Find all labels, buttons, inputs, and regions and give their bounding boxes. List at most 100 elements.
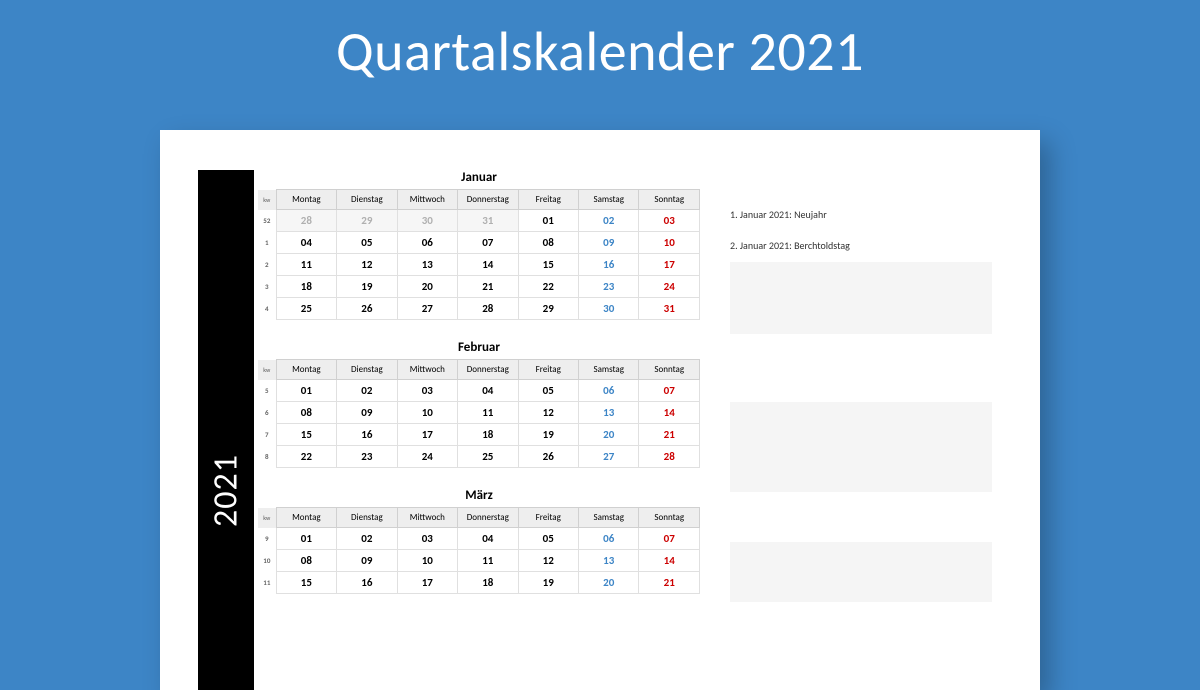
day-cell: 06 [578, 380, 638, 402]
year-label: 2021 [206, 454, 247, 527]
week-number: 52 [258, 210, 276, 232]
week-number: 6 [258, 402, 276, 424]
day-cell: 11 [458, 550, 518, 572]
week-number: 1 [258, 232, 276, 254]
day-cell: 07 [639, 528, 700, 550]
day-cell: 04 [458, 380, 518, 402]
month-block: JanuarkwMontagDienstagMittwochDonnerstag… [258, 170, 700, 320]
day-cell: 13 [578, 402, 638, 424]
day-cell: 17 [397, 424, 457, 446]
calendar-table: kwMontagDienstagMittwochDonnerstagFreita… [258, 507, 700, 594]
day-cell: 21 [639, 572, 700, 594]
week-number: 9 [258, 528, 276, 550]
day-cell: 26 [337, 298, 397, 320]
month-block: März kwMontagDienstagMittwochDonnerstagFr… [258, 488, 700, 594]
weekday-header: Dienstag [337, 508, 397, 528]
day-cell: 25 [276, 298, 336, 320]
week-number: 10 [258, 550, 276, 572]
day-cell: 04 [276, 232, 336, 254]
year-strip: 2021 [198, 170, 254, 690]
day-cell: 25 [458, 446, 518, 468]
day-cell: 08 [276, 402, 336, 424]
day-cell: 10 [397, 402, 457, 424]
weekday-header: Sonntag [639, 508, 700, 528]
weekday-header: Montag [276, 360, 336, 380]
day-cell: 28 [639, 446, 700, 468]
day-cell: 20 [397, 276, 457, 298]
week-number: 11 [258, 572, 276, 594]
weekday-header: Freitag [518, 508, 578, 528]
day-cell: 16 [578, 254, 638, 276]
table-row: 104050607080910 [258, 232, 700, 254]
day-cell: 04 [458, 528, 518, 550]
weekday-header: Dienstag [337, 360, 397, 380]
day-cell: 24 [397, 446, 457, 468]
day-cell: 22 [518, 276, 578, 298]
day-cell: 19 [518, 424, 578, 446]
day-cell: 08 [276, 550, 336, 572]
day-cell: 27 [578, 446, 638, 468]
day-cell: 18 [458, 572, 518, 594]
weekday-header: Samstag [578, 190, 638, 210]
day-cell: 11 [276, 254, 336, 276]
weekday-header: Montag [276, 190, 336, 210]
day-cell: 06 [578, 528, 638, 550]
day-cell: 11 [458, 402, 518, 424]
page-title: Quartalskalender 2021 [0, 0, 1200, 86]
day-cell: 29 [518, 298, 578, 320]
day-cell: 09 [337, 402, 397, 424]
day-cell: 24 [639, 276, 700, 298]
day-cell: 12 [518, 402, 578, 424]
day-cell: 21 [458, 276, 518, 298]
day-cell: 10 [639, 232, 700, 254]
day-cell: 21 [639, 424, 700, 446]
day-cell: 16 [337, 424, 397, 446]
day-cell: 20 [578, 572, 638, 594]
day-cell: 01 [518, 210, 578, 232]
calendar-table: kwMontagDienstagMittwochDonnerstagFreita… [258, 359, 700, 468]
day-cell: 15 [518, 254, 578, 276]
month-title: Januar [258, 170, 700, 185]
day-cell: 14 [639, 550, 700, 572]
day-cell: 14 [458, 254, 518, 276]
table-row: 5228293031010203 [258, 210, 700, 232]
day-cell: 30 [578, 298, 638, 320]
day-cell: 10 [397, 550, 457, 572]
day-cell: 03 [397, 380, 457, 402]
day-cell: 13 [397, 254, 457, 276]
weekday-header: Mittwoch [397, 190, 457, 210]
weekday-header: Mittwoch [397, 360, 457, 380]
kw-header: kw [258, 508, 276, 528]
kw-header: kw [258, 190, 276, 210]
day-cell: 14 [639, 402, 700, 424]
kw-header: kw [258, 360, 276, 380]
weekday-header: Donnerstag [458, 190, 518, 210]
month-block: Februar kwMontagDienstagMittwochDonnersta… [258, 340, 700, 468]
month-title: Februar [258, 340, 700, 355]
table-row: 608091011121314 [258, 402, 700, 424]
day-cell: 30 [397, 210, 457, 232]
day-cell: 20 [578, 424, 638, 446]
day-cell: 02 [337, 380, 397, 402]
table-row: 211121314151617 [258, 254, 700, 276]
table-row: 501020304050607 [258, 380, 700, 402]
note-box [730, 402, 992, 492]
note-box [730, 262, 992, 334]
day-cell: 19 [518, 572, 578, 594]
month-title: März [258, 488, 700, 503]
months-column: JanuarkwMontagDienstagMittwochDonnerstag… [254, 170, 700, 690]
weekday-header: Freitag [518, 360, 578, 380]
notes-column: 1. Januar 2021: Neujahr 2. Januar 2021: … [700, 170, 1002, 690]
table-row: 425262728293031 [258, 298, 700, 320]
weekday-header: Donnerstag [458, 508, 518, 528]
day-cell: 09 [578, 232, 638, 254]
day-cell: 27 [397, 298, 457, 320]
week-number: 5 [258, 380, 276, 402]
day-cell: 05 [337, 232, 397, 254]
day-cell: 13 [578, 550, 638, 572]
weekday-header: Montag [276, 508, 336, 528]
table-row: 318192021222324 [258, 276, 700, 298]
weekday-header: Samstag [578, 508, 638, 528]
holiday-note: 1. Januar 2021: Neujahr [730, 208, 992, 221]
weekday-header: Sonntag [639, 190, 700, 210]
